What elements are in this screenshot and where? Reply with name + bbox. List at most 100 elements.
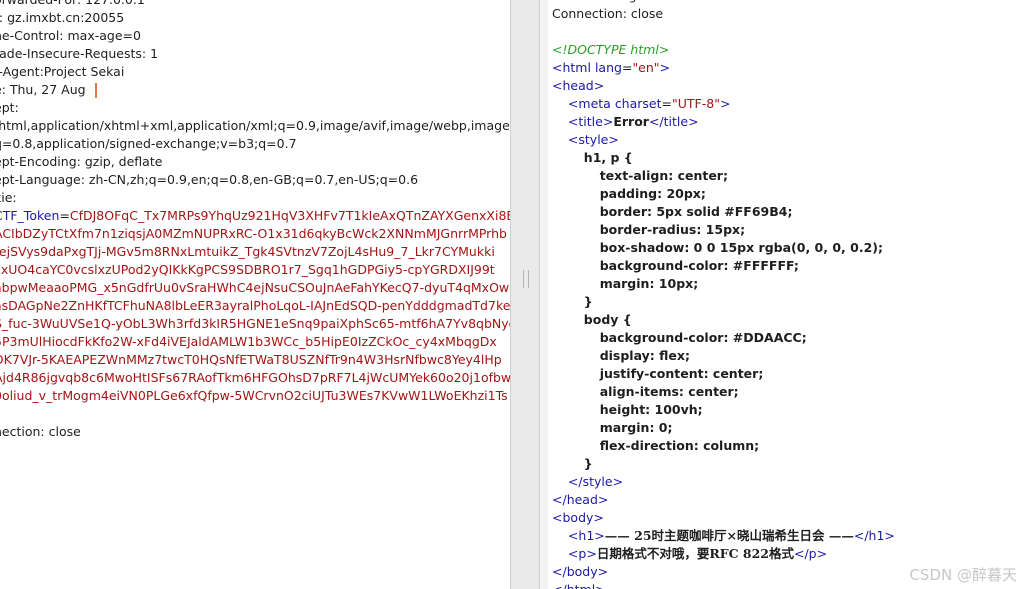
header-text: orwarded-For: 127.0.0.1 [0, 0, 145, 7]
body-tag: body [562, 510, 594, 525]
header-text: r-Agent:Project Sekai [0, 64, 125, 79]
title-text: Error [613, 114, 649, 129]
cookie-line: abpwMeaaoPMG_x5nGdfrUu0vSraHWhC4ejNsuCSO… [0, 279, 510, 297]
response-line: <!DOCTYPE html> [552, 41, 895, 59]
request-header-line: rade-Insecure-Requests: 1 [0, 45, 510, 63]
response-gutter [540, 0, 548, 589]
lang-attr: lang [594, 60, 622, 75]
style-tag: style [578, 132, 609, 147]
tag-bracket: > [608, 132, 619, 147]
cookie-value: cxUO4caYC0vcslxzUPod2yQIKkKgPCS9SDBRO1r7… [0, 262, 495, 277]
css-line: } [552, 293, 895, 311]
csdn-watermark: CSDN @醉暮天 [909, 566, 1017, 584]
tag-bracket: < [567, 96, 579, 111]
tag-bracket: > [612, 474, 624, 489]
response-line: Connection: close [552, 5, 895, 23]
splitter-grip-icon[interactable] [523, 270, 529, 288]
tag-bracket: </ [552, 582, 567, 589]
response-viewer[interactable]: Content-Length: 752 Connection: close <!DO… [552, 0, 895, 589]
css-line: h1, p { [552, 149, 895, 167]
cookie-value: S_fuc-3WuUVSe1Q-yObL3Wh3rfd3kIR5HGNE1eSn… [0, 316, 510, 331]
request-header-line: r-Agent:Project Sekai [0, 63, 510, 81]
header-text: /html,application/xhtml+xml,application/… [0, 118, 510, 133]
response-header-text: Content-Length: 752 [552, 0, 681, 3]
css-line: background-color: #FFFFFF; [552, 257, 895, 275]
tag-bracket: < [567, 546, 579, 561]
cookie-value: abpwMeaaoPMG_x5nGdfrUu0vSraHWhC4ejNsuCSO… [0, 280, 510, 295]
header-text: t: gz.imxbt.cn:20055 [0, 10, 125, 25]
header-text: kie: [0, 190, 17, 205]
css-line: box-shadow: 0 0 15px rgba(0, 0, 0, 0.2); [552, 239, 895, 257]
cookie-name: CTF_Token [0, 208, 60, 223]
tag-bracket: > [586, 546, 597, 561]
css-text: } [583, 456, 593, 471]
css-text: background-color: #DDAACC; [599, 330, 807, 345]
cookie-value: 5P3mUlHiocdFkKfo2W-xFd4iVEJaldAMLW1b3WCc… [0, 334, 497, 349]
css-line: text-align: center; [552, 167, 895, 185]
pane-splitter[interactable] [510, 0, 540, 589]
header-text: rade-Insecure-Requests: 1 [0, 46, 159, 61]
meta-tag: meta [578, 96, 611, 111]
tag-bracket: > [593, 510, 604, 525]
cookie-value: 0oliud_v_trMogm4eiVN0PLGe6xfQfpw-5WCrvnO… [0, 388, 508, 403]
css-line: margin: 10px; [552, 275, 895, 293]
html-tag: html [562, 60, 591, 75]
css-line: border: 5px solid #FF69B4; [552, 203, 895, 221]
request-header-line: e: Thu, 27 Aug [0, 81, 510, 99]
request-header-line: ept-Encoding: gzip, deflate [0, 153, 510, 171]
header-text: ept-Encoding: gzip, deflate [0, 154, 163, 169]
request-pane[interactable]: orwarded-For: 127.0.0.1 t: gz.imxbt.cn:20… [0, 0, 510, 589]
tag-bracket: < [552, 78, 563, 93]
title-tag: title [578, 114, 603, 129]
cookie-equals: = [59, 208, 70, 223]
response-pane[interactable]: Content-Length: 752 Connection: close <!DO… [540, 0, 1021, 589]
cookie-line: CTF_Token=CfDJ8OFqC_Tx7MRPs9YhqUz921HqV3… [0, 207, 510, 225]
tag-bracket: > [593, 78, 605, 93]
css-text: display: flex; [599, 348, 690, 363]
equals: = [621, 60, 633, 75]
response-line: <h1>—— 25时主题咖啡厅×晓山瑞希生日会 ——</h1> [552, 527, 895, 545]
cookie-line: asDAGpNe2ZnHKfTCFhuNA8lbLeER3ayralPhoLqo… [0, 297, 510, 315]
css-text: box-shadow: 0 0 15px rgba(0, 0, 0, 0.2); [599, 240, 883, 255]
css-text: border: 5px solid #FF69B4; [599, 204, 793, 219]
response-line: </style> [552, 473, 895, 491]
cookie-line: 5P3mUlHiocdFkKfo2W-xFd4iVEJaldAMLW1b3WCc… [0, 333, 510, 351]
tag-bracket: </ [793, 546, 809, 561]
css-line: } [552, 455, 895, 473]
css-line: justify-content: center; [552, 365, 895, 383]
css-text: height: 100vh; [599, 402, 703, 417]
tag-bracket: < [567, 528, 579, 543]
tag-bracket: > [595, 582, 605, 589]
request-editor[interactable]: orwarded-For: 127.0.0.1 t: gz.imxbt.cn:20… [0, 0, 510, 441]
css-text: flex-direction: column; [599, 438, 760, 453]
response-line: <title>Error</title> [552, 113, 895, 131]
body-tag: body [566, 564, 598, 579]
css-text: align-items: center; [599, 384, 739, 399]
tag-bracket: > [602, 114, 614, 129]
request-header-line: q=0.8,application/signed-exchange;v=b3;q… [0, 135, 510, 153]
css-line: height: 100vh; [552, 401, 895, 419]
response-line: <html lang="en"> [552, 59, 895, 77]
response-line: </html> [552, 581, 895, 589]
header-text: ept-Language: zh-CN,zh;q=0.9,en;q=0.8,en… [0, 172, 419, 187]
tag-bracket: </ [648, 114, 664, 129]
cookie-line: DK7VJr-5KAEAPEZWnMMz7twcT0HQsNfETWaT8USZ… [0, 351, 510, 369]
css-text: border-radius: 15px; [599, 222, 746, 237]
response-line: <style> [552, 131, 895, 149]
cookie-value: DK7VJr-5KAEAPEZWnMMz7twcT0HQsNfETWaT8USZ… [0, 352, 502, 367]
